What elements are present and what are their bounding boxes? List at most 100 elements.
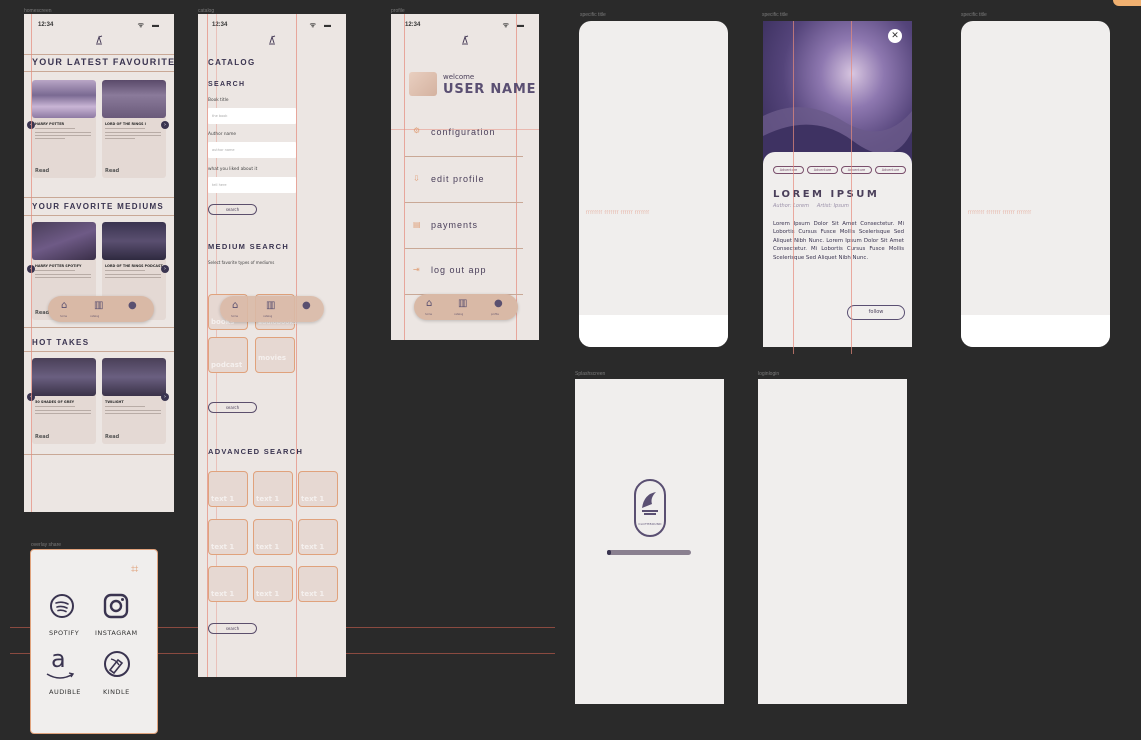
next-arrow-icon[interactable]: ›	[161, 121, 169, 129]
payments-icon: ▤	[413, 220, 421, 229]
profile-icon[interactable]: ●	[128, 300, 137, 311]
advanced-tile[interactable]: text 1	[253, 471, 293, 507]
logo-icon	[269, 35, 276, 45]
instagram-icon[interactable]	[103, 593, 129, 619]
catalog-icon[interactable]: ▥	[458, 298, 467, 309]
genre-chip[interactable]: Adventure	[807, 166, 838, 174]
field-label: what you liked about it	[208, 167, 258, 172]
nav-label: profile	[491, 313, 499, 316]
home-icon[interactable]: ⌂	[61, 300, 67, 311]
search-button[interactable]: search	[208, 623, 257, 634]
advanced-tile[interactable]: text 1	[208, 471, 248, 507]
guide-line	[404, 14, 405, 340]
advanced-tile[interactable]: text 1	[298, 566, 338, 602]
genre-chip[interactable]: Adventure	[841, 166, 872, 174]
read-link[interactable]: Read	[35, 434, 49, 440]
home-icon[interactable]: ⌂	[232, 300, 238, 311]
status-icons: ᯤ ▬	[502, 22, 527, 29]
next-arrow-icon[interactable]: ›	[161, 265, 169, 273]
author-name-input[interactable]: author name	[208, 142, 296, 158]
search-button[interactable]: search	[208, 204, 257, 215]
homescreen-frame: 12:34 ᯤ ▬ YOUR LATEST FAVOURITES HARRY P…	[24, 14, 174, 512]
home-icon[interactable]: ⌂	[426, 298, 432, 309]
specific-title-frame: ✕ Adventure Adventure Adventure Adventur…	[763, 21, 912, 347]
spotify-icon[interactable]	[49, 593, 75, 619]
advanced-tile[interactable]: text 1	[208, 519, 248, 555]
text-line	[105, 277, 161, 279]
user-name: USER NAME	[443, 82, 537, 97]
text-line	[105, 135, 161, 137]
book-card[interactable]: HARRY POTTER Read	[32, 80, 96, 178]
status-bar: 12:34 ᯤ ▬	[24, 14, 174, 34]
kindle-icon[interactable]	[103, 650, 131, 678]
corner-accent	[1113, 0, 1141, 6]
status-bar: 12:34 ᯤ ▬	[198, 14, 346, 34]
read-link[interactable]: Read	[105, 434, 119, 440]
follow-button[interactable]: follow	[847, 305, 905, 320]
bottom-nav: ⌂ ▥ ● home catalog	[220, 296, 324, 322]
read-link[interactable]: Read	[35, 168, 49, 174]
advanced-tile[interactable]: text 1	[298, 471, 338, 507]
liked-input[interactable]: tell here	[208, 177, 296, 193]
book-card[interactable]: 50 SHADES OF GREY Read	[32, 358, 96, 444]
book-title: 50 SHADES OF GREY	[35, 400, 75, 404]
profile-icon[interactable]: ●	[302, 300, 311, 311]
close-icon[interactable]: ✕	[888, 29, 902, 43]
read-link[interactable]: Read	[105, 168, 119, 174]
guide-line	[296, 14, 297, 677]
nav-label: catalog	[263, 315, 273, 318]
field-label: Book title	[208, 98, 229, 103]
menu-payments[interactable]: payments	[431, 220, 478, 230]
section-title: MEDIUM SEARCH	[208, 242, 290, 251]
share-label: AUDIBLE	[49, 688, 81, 696]
advanced-tile[interactable]: text 1	[208, 566, 248, 602]
book-cover	[32, 222, 96, 260]
nav-label: home	[60, 315, 68, 318]
profile-icon[interactable]: ●	[494, 298, 503, 309]
audible-icon[interactable]: a	[51, 645, 66, 673]
bottom-panel	[579, 315, 728, 347]
specific-title-frame: ſſſſſſſſ ſſſſſſſ ſſſſſſ ſſſſſſſ	[961, 21, 1110, 347]
nav-label: catalog	[454, 313, 464, 316]
divider	[405, 156, 523, 157]
text-line	[35, 413, 91, 415]
book-card[interactable]: TWILIGHT Read	[102, 358, 166, 444]
next-arrow-icon[interactable]: ›	[161, 393, 169, 401]
advanced-tile[interactable]: text 1	[253, 519, 293, 555]
section-subtitle: Select favorite types of mediums	[208, 260, 275, 265]
status-time: 12:34	[405, 22, 421, 28]
menu-log-out[interactable]: log out app	[431, 265, 487, 275]
text-line	[35, 270, 75, 272]
text-line	[35, 274, 91, 276]
loading-bar-fill	[607, 550, 612, 555]
read-link[interactable]: Read	[35, 310, 49, 316]
section-title: YOUR FAVORITE MEDIUMS	[32, 202, 165, 211]
book-title: LORD OF THE RINGS I	[105, 122, 146, 126]
nav-label: home	[425, 313, 433, 316]
frame-label: specific title	[762, 12, 788, 18]
menu-edit-profile[interactable]: edit profile	[431, 174, 485, 184]
avatar[interactable]	[409, 72, 437, 96]
medium-tile-podcast[interactable]: podcast	[208, 337, 248, 373]
genre-chip[interactable]: Adventure	[875, 166, 906, 174]
text-line	[35, 135, 91, 137]
guide-line	[516, 14, 517, 340]
book-title-input[interactable]: the book	[208, 108, 296, 124]
medium-tile-movies[interactable]: movies	[255, 337, 295, 373]
divider	[24, 215, 174, 216]
advanced-tile[interactable]: text 1	[253, 566, 293, 602]
collapse-icon[interactable]: ⌗	[131, 562, 138, 577]
catalog-icon[interactable]: ▥	[94, 300, 103, 311]
catalog-icon[interactable]: ▥	[266, 300, 275, 311]
share-label: INSTAGRAM	[95, 629, 138, 637]
advanced-tile[interactable]: text 1	[298, 519, 338, 555]
menu-configuration[interactable]: configuration	[431, 127, 496, 137]
text-line	[105, 413, 161, 415]
frame-label: overlay share	[31, 542, 62, 548]
divider	[24, 71, 174, 72]
search-button[interactable]: search	[208, 402, 257, 413]
bottom-nav: ⌂ ▥ ● home catalog	[48, 296, 154, 322]
divider	[405, 248, 523, 249]
book-card[interactable]: LORD OF THE RINGS I Read	[102, 80, 166, 178]
genre-chip[interactable]: Adventure	[773, 166, 804, 174]
